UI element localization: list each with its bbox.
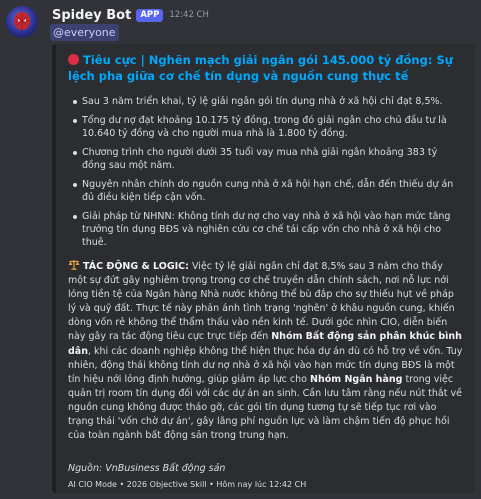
impact-highlight-banks: Nhóm Ngân hàng bbox=[310, 373, 403, 385]
bot-avatar[interactable] bbox=[6, 6, 38, 38]
impact-label: TÁC ĐỘNG & LOGIC: bbox=[83, 261, 189, 272]
embed-title[interactable]: Tiêu cực | Nghẽn mạch giải ngân gói 145.… bbox=[68, 52, 463, 84]
red-circle-icon bbox=[68, 54, 79, 65]
message-header: Spidey Bot APP 12:42 CH bbox=[52, 6, 209, 24]
list-item: Giải pháp từ NHNN: Không tính dư nợ cho … bbox=[73, 210, 463, 249]
bot-message: Spidey Bot APP 12:42 CH @everyone Tiêu c… bbox=[0, 0, 481, 499]
embed-footer: AI CIO Mode • 2026 Objective Skill • Hôm… bbox=[68, 480, 307, 490]
list-item: Tổng dư nợ đạt khoảng 10.175 tỷ đồng, tr… bbox=[73, 114, 463, 140]
everyone-mention[interactable]: @everyone bbox=[50, 24, 119, 41]
bot-username[interactable]: Spidey Bot bbox=[52, 8, 131, 23]
list-item: Sau 3 năm triển khai, tỷ lệ giải ngân gó… bbox=[73, 95, 463, 108]
message-timestamp[interactable]: 12:42 CH bbox=[169, 10, 209, 20]
summary-bullets: Sau 3 năm triển khai, tỷ lệ giải ngân gó… bbox=[68, 95, 463, 249]
embed-title-text[interactable]: Tiêu cực | Nghẽn mạch giải ngân gói 145.… bbox=[68, 53, 453, 83]
app-badge: APP bbox=[136, 8, 164, 22]
balance-scale-icon bbox=[68, 260, 80, 270]
impact-paragraph: TÁC ĐỘNG & LOGIC: Việc tỷ lệ giải ngân c… bbox=[68, 259, 463, 443]
list-item: Nguyên nhân chính do nguồn cung nhà ở xã… bbox=[73, 178, 463, 204]
spider-mask-icon bbox=[14, 12, 30, 30]
list-item: Chương trình cho người dưới 35 tuổi vay … bbox=[73, 146, 463, 172]
news-embed: Tiêu cực | Nghẽn mạch giải ngân gói 145.… bbox=[52, 44, 475, 493]
source-line: Nguồn: VnBusiness Bất động sản bbox=[68, 463, 226, 475]
